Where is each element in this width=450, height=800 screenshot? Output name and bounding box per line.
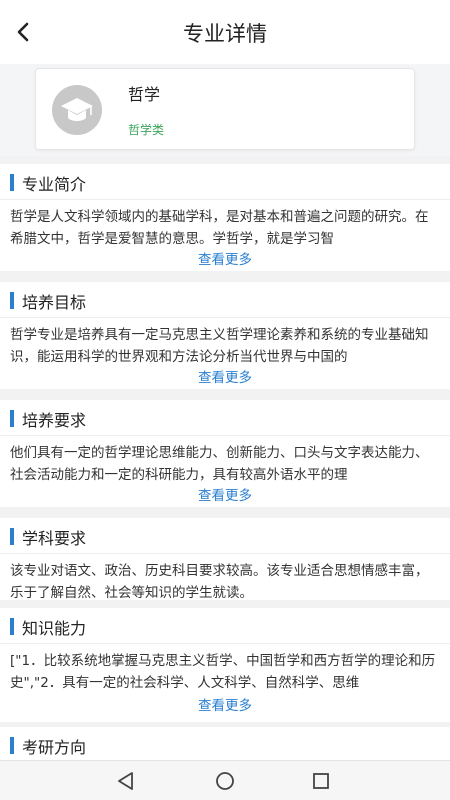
section-accent-bar (10, 292, 14, 309)
nav-home-button[interactable] (213, 769, 237, 793)
section-accent-bar (10, 410, 14, 427)
section-title: 知识能力 (22, 619, 87, 638)
section-header: 学科要求 (0, 518, 450, 554)
section-header: 培养目标 (0, 282, 450, 318)
square-recents-icon (313, 773, 329, 789)
section-header: 考研方向 (0, 727, 450, 763)
nav-back-button[interactable] (114, 769, 138, 793)
major-category: 哲学类 (128, 123, 165, 137)
section-body: ["1．比较系统地掌握马克思主义哲学、中国哲学和西方哲学的理论和历史","2．具… (10, 653, 436, 691)
view-more-link[interactable]: 查看更多 (0, 694, 450, 714)
section-header: 知识能力 (0, 608, 450, 644)
circle-home-icon (216, 772, 234, 790)
section-title: 考研方向 (22, 738, 87, 757)
section-body: 该专业对语文、政治、历史科目要求较高。该专业适合思想情感丰富，乐于了解自然、社会… (10, 563, 429, 601)
section-body: 他们具有一定的哲学理论思维能力、创新能力、口头与文字表达能力、社会活动能力和一定… (10, 445, 429, 483)
section-accent-bar (10, 528, 14, 545)
section-intro: 专业简介 哲学是人文科学领域内的基础学科，是对基本和普遍之问题的研究。在希腊文中… (0, 164, 450, 271)
section-knowledge: 知识能力 ["1．比较系统地掌握马克思主义哲学、中国哲学和西方哲学的理论和历史"… (0, 608, 450, 722)
section-body: 哲学是人文科学领域内的基础学科，是对基本和普遍之问题的研究。在希腊文中，哲学是爱… (10, 209, 429, 247)
section-accent-bar (10, 618, 14, 635)
major-card-area: 哲学 哲学类 (0, 64, 450, 156)
section-accent-bar (10, 737, 14, 754)
system-nav-bar (0, 760, 450, 800)
page-title: 专业详情 (183, 22, 267, 46)
major-name: 哲学 (128, 85, 161, 104)
section-body: 哲学专业是培养具有一定马克思主义哲学理论素养和系统的专业基础知识，能运用科学的世… (10, 327, 429, 365)
view-more-link[interactable]: 查看更多 (0, 248, 450, 268)
section-title: 学科要求 (22, 529, 87, 548)
section-title: 专业简介 (22, 175, 87, 194)
view-more-link[interactable]: 查看更多 (0, 366, 450, 386)
section-accent-bar (10, 174, 14, 191)
section-header: 培养要求 (0, 400, 450, 436)
major-card: 哲学 哲学类 (35, 68, 415, 150)
app-header: 专业详情 (0, 0, 450, 64)
section-subject: 学科要求 该专业对语文、政治、历史科目要求较高。该专业适合思想情感丰富，乐于了解… (0, 518, 450, 601)
triangle-back-icon (118, 772, 133, 790)
section-title: 培养要求 (22, 411, 87, 430)
section-goal: 培养目标 哲学专业是培养具有一定马克思主义哲学理论素养和系统的专业基础知识，能运… (0, 282, 450, 389)
section-title: 培养目标 (22, 293, 87, 312)
view-more-link[interactable]: 查看更多 (0, 484, 450, 504)
nav-recents-button[interactable] (309, 769, 333, 793)
section-requirement: 培养要求 他们具有一定的哲学理论思维能力、创新能力、口头与文字表达能力、社会活动… (0, 400, 450, 507)
graduation-cap-icon (52, 85, 102, 135)
section-header: 专业简介 (0, 164, 450, 200)
section-postgrad: 考研方向 (0, 727, 450, 760)
